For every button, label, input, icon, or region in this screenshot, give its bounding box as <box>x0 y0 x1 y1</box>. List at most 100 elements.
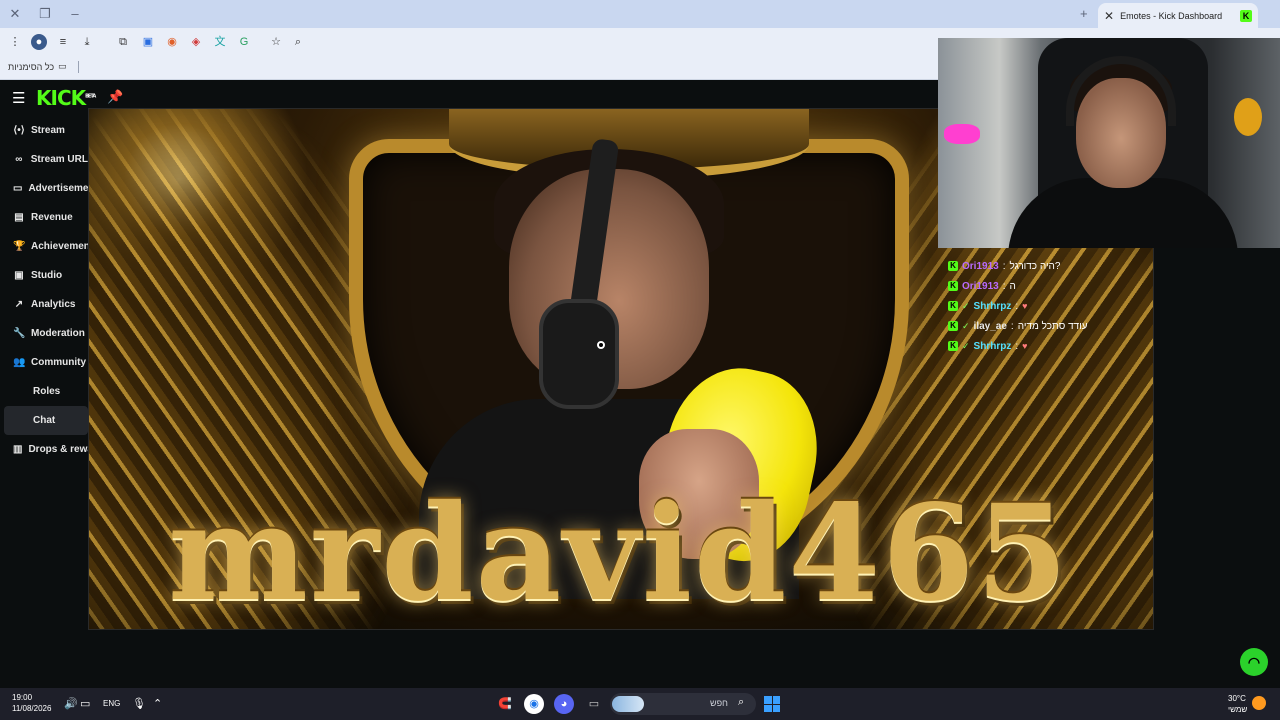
chat-text: ה <box>1009 280 1016 292</box>
chat-username[interactable]: Ori1913 <box>962 261 999 272</box>
sidebar-item-label: Advertisements <box>28 183 88 194</box>
all-bookmarks-button[interactable]: כל הסימניות ▭ <box>8 61 67 72</box>
sidebar-item-label: Stream <box>31 125 65 136</box>
sidebar-item-revenue[interactable]: ▤ Revenue <box>0 203 88 232</box>
chat-message: K ✓ Shrhrpz : ♥ <box>948 296 1148 316</box>
emote-icon: ♥ <box>1022 341 1028 351</box>
chat-message: K ✓ Shrhrpz : ♥ <box>948 336 1148 356</box>
bookmarks-label: כל הסימניות <box>8 61 55 72</box>
chat-username[interactable]: Shrhrpz <box>974 301 1012 312</box>
sidebar-item-chat[interactable]: Chat <box>4 406 88 435</box>
sidebar-item-label: Stream URL <box>30 154 88 165</box>
task-view-icon[interactable]: ▭ <box>584 694 604 714</box>
language-indicator[interactable]: ENG <box>103 699 120 708</box>
ad-icon: ▭ <box>13 183 23 194</box>
drops-icon: ▥ <box>13 444 23 455</box>
clock[interactable]: 19:00 11/08/2026 <box>12 692 51 714</box>
link-icon: ∞ <box>15 154 23 165</box>
sidebar-item-label: Studio <box>31 270 63 281</box>
sidebar-item-studio[interactable]: ▣ Studio <box>0 261 88 290</box>
bookmarks-divider <box>78 61 79 73</box>
kick-logo[interactable]: KICKBETA <box>36 86 96 110</box>
microphone-icon[interactable]: 🎙 <box>132 697 146 710</box>
sidebar-item-achievements[interactable]: 🏆 Achievements <box>0 232 88 261</box>
sidebar-item-label: Drops & rewards <box>28 444 88 455</box>
restore-window-icon[interactable]: ❐ <box>36 5 54 23</box>
clock-date: 11/08/2026 <box>12 704 52 713</box>
volume-icon[interactable]: 🔊 <box>64 697 78 710</box>
chat-message: K ✓ ilay_ae : עודד סתכל מדיה <box>948 316 1148 336</box>
chat-message: K Ori1913 : היה כדורגל? <box>948 256 1148 276</box>
wrench-icon: 🔧 <box>13 328 26 339</box>
sidebar-item-drops[interactable]: ▥ Drops & rewards <box>0 435 88 464</box>
translate-icon[interactable]: 文 <box>212 34 228 50</box>
chat-username[interactable]: Shrhrpz <box>974 341 1012 352</box>
extension-b-icon[interactable]: ◉ <box>164 34 180 50</box>
download-icon[interactable]: ⤓ <box>79 34 95 50</box>
kick-badge-icon: K <box>948 301 958 311</box>
channel-name-art: mrdavid465 <box>168 476 1070 630</box>
reading-list-icon[interactable]: ≡ <box>55 34 71 50</box>
sidebar-item-advertisements[interactable]: ▭ Advertisements <box>0 174 88 203</box>
sidebar-item-label: Analytics <box>31 299 76 310</box>
chat-text: היה כדורגל? <box>1009 260 1061 272</box>
search-highlight-image <box>612 696 644 712</box>
sidebar-item-label: Chat <box>33 415 56 426</box>
extensions-icon[interactable]: ⧉ <box>115 34 131 50</box>
sidebar-item-analytics[interactable]: ↗ Analytics <box>0 290 88 319</box>
verified-check-icon: ✓ <box>962 300 970 311</box>
sidebar: ⟨•⟩ Stream ∞ Stream URL ▭ Advertisements ▤ R… <box>0 116 88 464</box>
zoom-icon[interactable]: ⌕ <box>290 34 306 50</box>
studio-icon: ▣ <box>14 270 24 281</box>
new-tab-icon[interactable]: + <box>1080 6 1088 21</box>
chat-username[interactable]: ilay_ae <box>974 321 1007 332</box>
kick-favicon-icon: K <box>1240 9 1252 22</box>
verified-check-icon: ✓ <box>962 340 970 351</box>
close-window-icon[interactable]: ✕ <box>6 5 24 23</box>
pin-sidebar-icon[interactable]: 📌 <box>107 89 123 105</box>
discord-icon[interactable]: ◕ <box>554 694 574 714</box>
menu-dots-icon[interactable]: ⋮ <box>7 34 23 50</box>
extension-c-icon[interactable]: ◈ <box>188 34 204 50</box>
webcam-overlay <box>938 38 1280 248</box>
cam-background-toy <box>1234 98 1262 136</box>
taskbar: 19:00 11/08/2026 🔊 ▭ ENG 🎙 ⌃ 🧲 ◉ ◕ ▭ חפש… <box>0 688 1280 720</box>
sidebar-item-stream[interactable]: ⟨•⟩ Stream <box>0 116 88 145</box>
weather-label: שמשי <box>1228 705 1248 714</box>
sidebar-item-label: Achievements <box>31 241 88 252</box>
sidebar-item-community[interactable]: 👥 Community <box>0 348 88 377</box>
magnet-app-icon[interactable]: 🧲 <box>495 694 515 714</box>
tab-title: Emotes - Kick Dashboard <box>1120 10 1223 21</box>
community-icon: 👥 <box>13 357 26 368</box>
grammarly-icon[interactable]: G <box>236 34 252 50</box>
support-headset-button[interactable]: ◠ <box>1240 648 1268 676</box>
minimize-window-icon[interactable]: – <box>66 5 84 23</box>
windows-start-icon[interactable] <box>764 696 780 712</box>
folder-icon: ▭ <box>58 61 67 71</box>
weather-widget[interactable]: 30°C שמשי <box>1228 693 1247 715</box>
browser-tab[interactable]: ✕ Emotes - Kick Dashboard K <box>1098 3 1258 28</box>
sidebar-item-stream-url[interactable]: ∞ Stream URL <box>0 145 88 174</box>
beta-badge: BETA <box>85 93 96 100</box>
temperature: 30°C <box>1228 694 1246 703</box>
taskbar-search[interactable]: חפש ⌕ <box>610 693 756 715</box>
extension-a-icon[interactable]: ▣ <box>140 34 156 50</box>
chevron-up-icon[interactable]: ⌃ <box>153 697 162 710</box>
logo-text: KICK <box>36 86 86 110</box>
kick-badge-icon: K <box>948 281 958 291</box>
sidebar-item-label: Revenue <box>31 212 73 223</box>
sidebar-item-moderation[interactable]: 🔧 Moderation <box>0 319 88 348</box>
close-tab-icon[interactable]: ✕ <box>1104 9 1114 23</box>
mouse-cursor-icon <box>597 341 605 349</box>
bookmark-star-icon[interactable]: ☆ <box>268 34 284 50</box>
verified-check-icon: ✓ <box>962 320 970 331</box>
sidebar-item-roles[interactable]: Roles <box>0 377 88 406</box>
chrome-icon[interactable]: ◉ <box>524 694 544 714</box>
profile-icon[interactable]: ● <box>31 34 47 50</box>
chat-text: עודד סתכל מדיה <box>1017 320 1088 332</box>
cam-background-object <box>944 124 980 144</box>
chat-username[interactable]: Ori1913 <box>962 281 999 292</box>
network-icon[interactable]: ▭ <box>80 697 90 710</box>
hamburger-menu-icon[interactable]: ☰ <box>12 89 25 107</box>
search-icon: ⌕ <box>738 696 745 708</box>
